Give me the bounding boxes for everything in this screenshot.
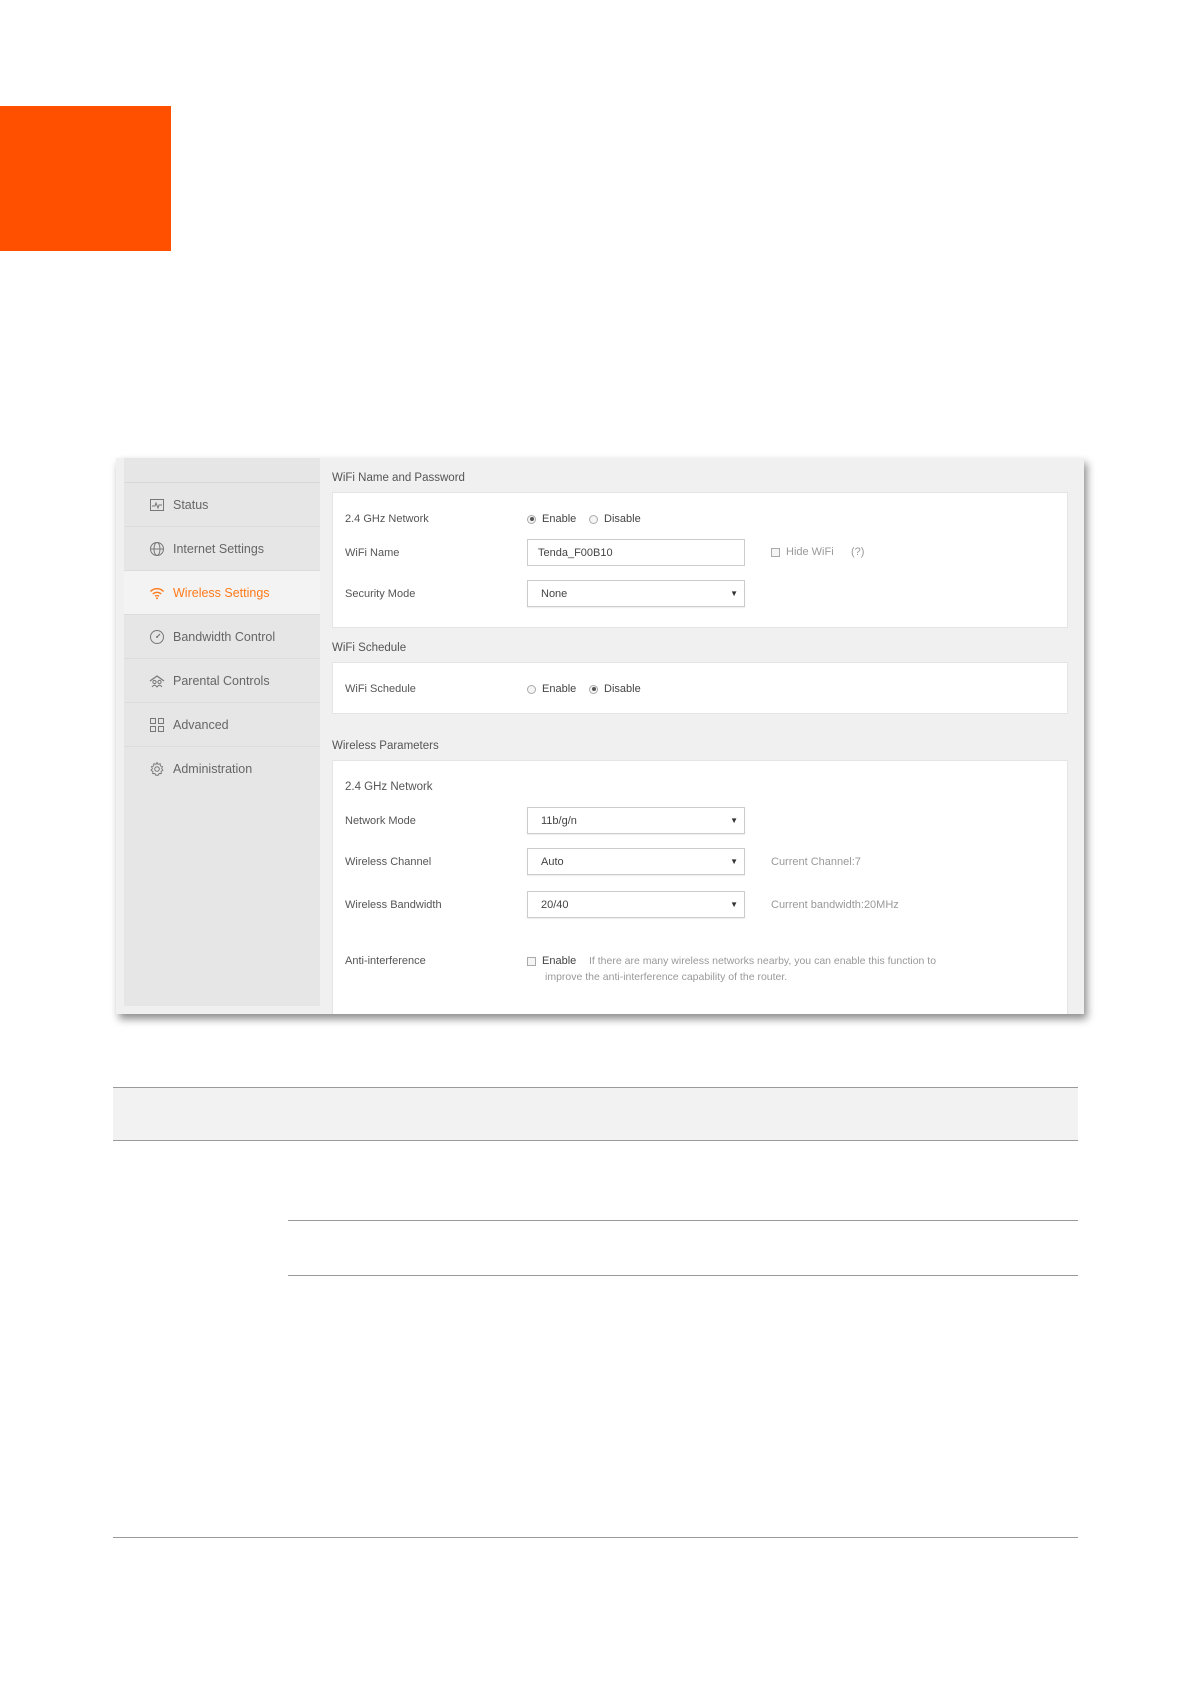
sidebar-item-parental-controls[interactable]: Parental Controls (124, 659, 320, 703)
radio-label: Disable (604, 513, 641, 525)
radio-dot (589, 514, 598, 524)
sidebar-item-label: Status (173, 497, 209, 512)
chevron-down-icon: ▼ (730, 816, 738, 825)
network-enable-radio[interactable]: Enable (527, 513, 576, 525)
panel-wifi-name-password: 2.4 GHz Network Enable Disable WiFi Name… (332, 492, 1068, 628)
radio-label: Disable (604, 683, 641, 695)
anti-hint-line1: If there are many wireless networks near… (589, 955, 937, 967)
wireless-bandwidth-label: Wireless Bandwidth (345, 899, 442, 911)
wireless-bandwidth-select[interactable]: 20/40 ▼ (527, 891, 745, 918)
brand-color-block (0, 106, 171, 251)
anti-interference-label: Anti-interference (345, 955, 426, 967)
gear-icon (149, 761, 165, 777)
chevron-down-icon: ▼ (730, 900, 738, 909)
checkbox-label: Hide WiFi (786, 546, 834, 558)
sidebar-item-label: Parental Controls (173, 673, 270, 688)
wp-network-label: 2.4 GHz Network (345, 781, 433, 793)
sidebar-item-internet-settings[interactable]: Internet Settings (124, 527, 320, 571)
checkbox-label: Enable (542, 955, 577, 967)
sidebar-item-label: Wireless Settings (173, 585, 270, 600)
help-link[interactable]: (?) (851, 546, 864, 558)
main-content: WiFi Name and Password 2.4 GHz Network E… (320, 458, 1084, 1014)
parental-icon (149, 673, 165, 689)
schedule-disable-radio[interactable]: Disable (589, 683, 641, 695)
select-value: 11b/g/n (541, 814, 577, 827)
status-icon (149, 497, 165, 513)
router-settings-screenshot: Status Internet Settings Wireless Settin… (116, 458, 1084, 1014)
section-title-wireless-parameters: Wireless Parameters (332, 740, 439, 752)
panel-wifi-schedule: WiFi Schedule Enable Disable (332, 662, 1068, 714)
sidebar-item-label: Internet Settings (173, 541, 265, 556)
anti-hint-line2: improve the anti-interference capability… (545, 971, 788, 983)
network-mode-label: Network Mode (345, 815, 416, 827)
chevron-down-icon: ▼ (730, 857, 738, 866)
wireless-channel-select[interactable]: Auto ▼ (527, 848, 745, 875)
sidebar-item-label: Advanced (173, 717, 229, 732)
table-row-divider (288, 1275, 1078, 1276)
checkbox-box (527, 956, 536, 966)
sidebar-item-wireless-settings[interactable]: Wireless Settings (124, 571, 320, 615)
checkbox-box (771, 547, 780, 557)
panel-wireless-parameters: 2.4 GHz Network Network Mode 11b/g/n ▼ W… (332, 760, 1068, 1014)
wireless-channel-label: Wireless Channel (345, 856, 432, 868)
current-channel-text: Current Channel:7 (771, 856, 861, 868)
grid-icon (149, 717, 165, 733)
sidebar-item-advanced[interactable]: Advanced (124, 703, 320, 747)
table-row-divider (288, 1220, 1078, 1221)
radio-label: Enable (542, 513, 577, 525)
radio-dot (527, 514, 536, 524)
sidebar-item-status[interactable]: Status (124, 483, 320, 527)
section-title-wifi-schedule: WiFi Schedule (332, 642, 407, 654)
hide-wifi-checkbox[interactable]: Hide WiFi (771, 546, 834, 558)
security-mode-label: Security Mode (345, 588, 416, 600)
radio-label: Enable (542, 683, 577, 695)
current-bandwidth-text: Current bandwidth:20MHz (771, 899, 899, 911)
security-mode-select[interactable]: None ▼ (527, 580, 745, 607)
select-value: None (541, 587, 568, 600)
select-value: Auto (541, 855, 564, 868)
section-title-wifi-name-password: WiFi Name and Password (332, 472, 465, 484)
sidebar-item-administration[interactable]: Administration (124, 747, 320, 791)
sidebar: Status Internet Settings Wireless Settin… (124, 458, 320, 1006)
wifi-icon (149, 585, 165, 601)
sidebar-item-label: Administration (173, 762, 253, 776)
sidebar-top (124, 458, 320, 483)
sidebar-item-label: Bandwidth Control (173, 629, 276, 644)
wifi-name-input[interactable]: Tenda_F00B10 (527, 539, 745, 566)
gauge-icon (149, 629, 165, 645)
anti-interference-checkbox[interactable]: Enable (527, 955, 576, 967)
chevron-down-icon: ▼ (730, 589, 738, 598)
table-header (113, 1087, 1078, 1141)
wifi-schedule-label: WiFi Schedule (345, 683, 416, 695)
select-value: 20/40 (541, 898, 569, 911)
wifi-name-label: WiFi Name (345, 547, 400, 559)
table-bottom-border (113, 1537, 1078, 1538)
schedule-enable-radio[interactable]: Enable (527, 683, 576, 695)
sidebar-item-bandwidth-control[interactable]: Bandwidth Control (124, 615, 320, 659)
network-disable-radio[interactable]: Disable (589, 513, 641, 525)
network-mode-select[interactable]: 11b/g/n ▼ (527, 807, 745, 834)
radio-dot (527, 684, 536, 694)
globe-icon (149, 541, 165, 557)
network-label: 2.4 GHz Network (345, 513, 429, 525)
radio-dot (589, 684, 598, 694)
